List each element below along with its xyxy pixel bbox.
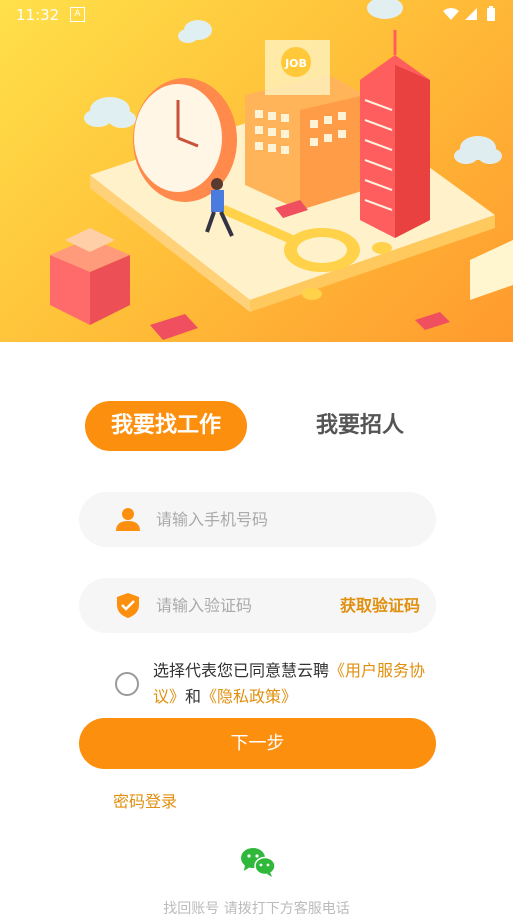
- privacy-policy-link[interactable]: 《隐私政策》: [201, 687, 297, 706]
- password-login-link[interactable]: 密码登录: [113, 788, 177, 812]
- notification-icon: A: [70, 7, 85, 22]
- person-icon: [116, 508, 140, 531]
- agreement-prefix: 选择代表您已同意慧云聘: [153, 661, 330, 680]
- tab-job-seeker[interactable]: 我要找工作: [85, 401, 247, 451]
- wifi-signal-battery-icon: [443, 6, 495, 21]
- code-field[interactable]: 请输入验证码 获取验证码: [79, 578, 436, 633]
- bottom-hint: 找回账号 请拨打下方客服电话: [163, 901, 350, 917]
- agree-checkbox[interactable]: [115, 672, 139, 696]
- job-badge-text: JOB: [284, 57, 307, 70]
- phone-placeholder: 请输入手机号码: [156, 510, 269, 529]
- wechat-icon[interactable]: [239, 846, 277, 878]
- next-button[interactable]: 下一步: [79, 718, 436, 769]
- hero-illustration: JOB 11:32 A: [0, 0, 513, 342]
- status-bar: 11:32 A: [0, 0, 513, 30]
- get-code-button[interactable]: 获取验证码: [340, 578, 420, 633]
- tab-recruiter[interactable]: 我要招人: [295, 401, 425, 451]
- status-time: 11:32: [16, 6, 60, 24]
- shield-icon: [117, 593, 139, 618]
- role-tabs: 我要找工作 我要招人: [0, 398, 513, 454]
- job-city-illustration: JOB: [50, 0, 513, 340]
- code-placeholder: 请输入验证码: [156, 596, 253, 615]
- status-icons: [441, 6, 499, 26]
- agreement-text: 选择代表您已同意慧云聘《用户服务协议》和《隐私政策》: [153, 658, 443, 710]
- agreement-and: 和: [185, 687, 202, 706]
- phone-field[interactable]: 请输入手机号码: [79, 492, 436, 547]
